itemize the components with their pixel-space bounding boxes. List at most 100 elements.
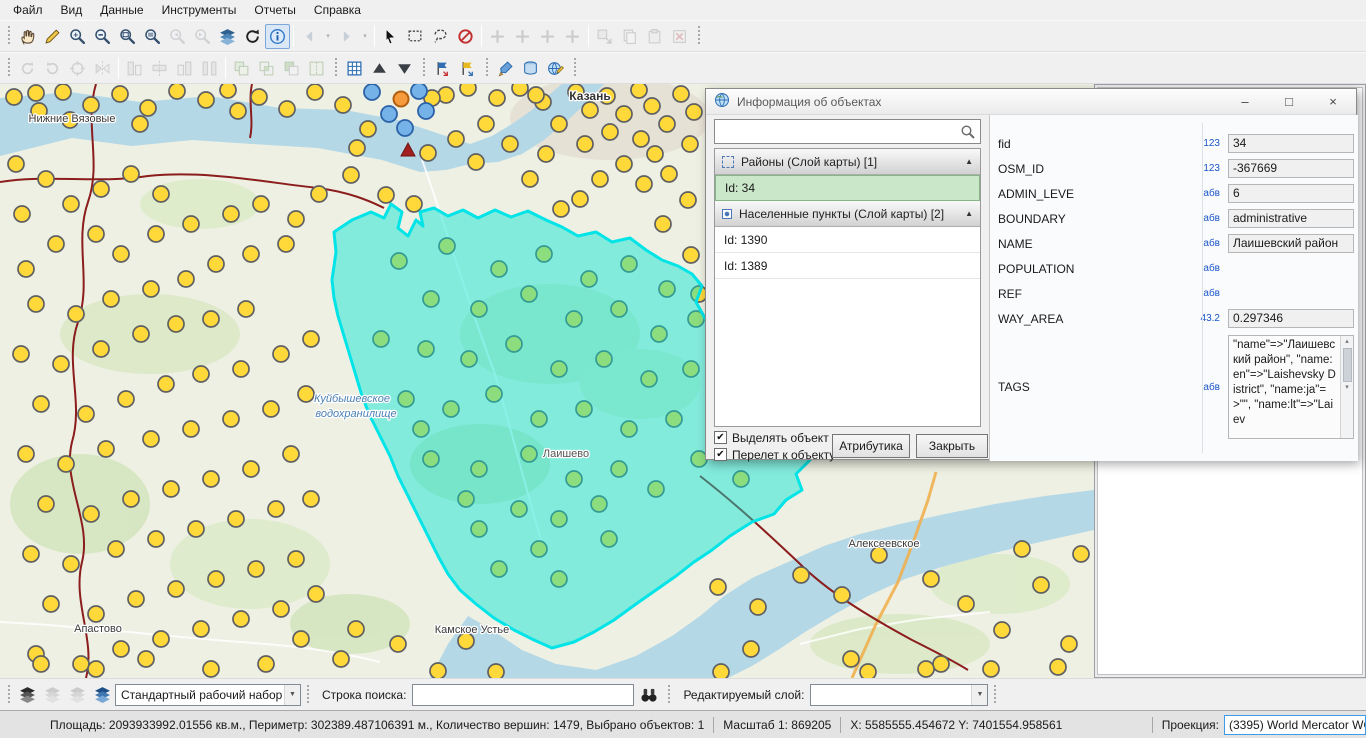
settlement-marker[interactable] [390, 636, 406, 652]
settlement-marker[interactable] [133, 326, 149, 342]
settlement-marker[interactable] [140, 100, 156, 116]
settlement-marker[interactable] [203, 471, 219, 487]
layer-group-header[interactable]: Районы (Слой карты) [1]▲ [715, 149, 980, 175]
settlement-marker[interactable] [112, 86, 128, 102]
settlement-marker[interactable] [193, 621, 209, 637]
edit-tool-button[interactable] [40, 24, 65, 49]
settlement-marker[interactable] [168, 316, 184, 332]
menu-file[interactable]: Файл [4, 1, 52, 19]
settlement-marker[interactable] [123, 166, 139, 182]
toolbar-grip[interactable] [333, 58, 338, 78]
settlement-marker[interactable] [251, 89, 267, 105]
toolbar-grip[interactable] [696, 26, 701, 46]
settlement-marker[interactable] [616, 156, 632, 172]
settlement-marker[interactable] [243, 246, 259, 262]
settlement-marker[interactable] [168, 581, 184, 597]
settlement-marker[interactable] [406, 196, 422, 212]
settlement-marker[interactable] [647, 146, 663, 162]
editable-layer-combo[interactable]: ▼ [810, 684, 988, 706]
settlement-marker[interactable] [253, 196, 269, 212]
settlement-marker[interactable] [68, 306, 84, 322]
object-info-button[interactable] [265, 24, 290, 49]
settlement-marker[interactable] [1073, 546, 1089, 562]
move-down-button[interactable] [392, 56, 417, 81]
settlement-marker[interactable] [178, 271, 194, 287]
settlement-marker[interactable] [502, 136, 518, 152]
settlement-marker[interactable] [631, 84, 647, 98]
toolbar-grip[interactable] [572, 58, 577, 78]
refresh-button[interactable] [240, 24, 265, 49]
settlement-marker[interactable] [1014, 541, 1030, 557]
city-marker[interactable] [411, 84, 427, 99]
settlement-marker[interactable] [311, 186, 327, 202]
settlement-marker[interactable] [343, 167, 359, 183]
settlement-marker[interactable] [223, 411, 239, 427]
settlement-marker[interactable] [686, 104, 702, 120]
object-search-input[interactable] [715, 120, 956, 143]
settlement-marker[interactable] [293, 631, 309, 647]
settlement-marker[interactable] [572, 191, 588, 207]
zoom-in-button[interactable]: + [65, 24, 90, 49]
settlement-marker[interactable] [113, 641, 129, 657]
menu-help[interactable]: Справка [305, 1, 370, 19]
settlement-marker[interactable] [153, 631, 169, 647]
settlement-marker[interactable] [303, 491, 319, 507]
settlement-marker[interactable] [169, 84, 185, 99]
menu-reports[interactable]: Отчеты [245, 1, 304, 19]
settlement-marker[interactable] [288, 551, 304, 567]
settlement-marker[interactable] [118, 391, 134, 407]
settlement-marker[interactable] [103, 291, 119, 307]
settlement-marker[interactable] [23, 546, 39, 562]
settlement-marker[interactable] [143, 281, 159, 297]
layer-group-header[interactable]: Населенные пункты (Слой карты) [2]▲ [715, 201, 980, 227]
settlement-marker[interactable] [33, 656, 49, 672]
settlement-marker[interactable] [183, 421, 199, 437]
settlement-marker[interactable] [360, 121, 376, 137]
settlement-marker[interactable] [335, 97, 351, 113]
settlement-marker[interactable] [710, 579, 726, 595]
settlement-marker[interactable] [750, 599, 766, 615]
settlement-marker[interactable] [13, 346, 29, 362]
menu-view[interactable]: Вид [52, 1, 92, 19]
settlement-marker[interactable] [478, 116, 494, 132]
settlement-marker[interactable] [113, 246, 129, 262]
settlement-marker[interactable] [132, 116, 148, 132]
data-export-button[interactable] [518, 56, 543, 81]
settlement-marker[interactable] [128, 591, 144, 607]
settlement-marker[interactable] [644, 98, 660, 114]
settlement-marker[interactable] [983, 661, 999, 677]
settlement-marker[interactable] [1050, 659, 1066, 675]
search-string-input[interactable] [412, 684, 634, 706]
settlement-marker[interactable] [78, 406, 94, 422]
settlement-marker[interactable] [88, 226, 104, 242]
settlement-marker[interactable] [636, 176, 652, 192]
settlement-marker[interactable] [38, 171, 54, 187]
settlement-marker[interactable] [633, 131, 649, 147]
chevron-down-icon[interactable]: ▼ [971, 685, 987, 705]
settlement-marker[interactable] [1061, 636, 1077, 652]
settlement-marker[interactable] [88, 606, 104, 622]
settlement-marker[interactable] [834, 587, 850, 603]
select-rectangle-button[interactable] [403, 24, 428, 49]
clear-selection-button[interactable] [453, 24, 478, 49]
settlement-marker[interactable] [258, 656, 274, 672]
settlement-marker[interactable] [420, 145, 436, 161]
settlement-marker[interactable] [279, 101, 295, 117]
style-editor-button[interactable] [493, 56, 518, 81]
attribute-table-button[interactable] [342, 56, 367, 81]
settlement-marker[interactable] [220, 84, 236, 98]
settlement-marker[interactable] [193, 366, 209, 382]
settlement-marker[interactable] [93, 341, 109, 357]
toolbar-grip[interactable] [992, 685, 997, 705]
settlement-marker[interactable] [468, 154, 484, 170]
menu-data[interactable]: Данные [91, 1, 152, 19]
settlement-marker[interactable] [713, 664, 729, 678]
chevron-down-icon[interactable]: ▼ [284, 685, 300, 705]
settlement-marker[interactable] [158, 376, 174, 392]
settlement-marker[interactable] [243, 461, 259, 477]
settlement-marker[interactable] [659, 116, 675, 132]
menu-tools[interactable]: Инструменты [153, 1, 246, 19]
settlement-marker[interactable] [63, 556, 79, 572]
minimize-button[interactable]: – [1230, 92, 1260, 112]
settlement-marker[interactable] [98, 441, 114, 457]
